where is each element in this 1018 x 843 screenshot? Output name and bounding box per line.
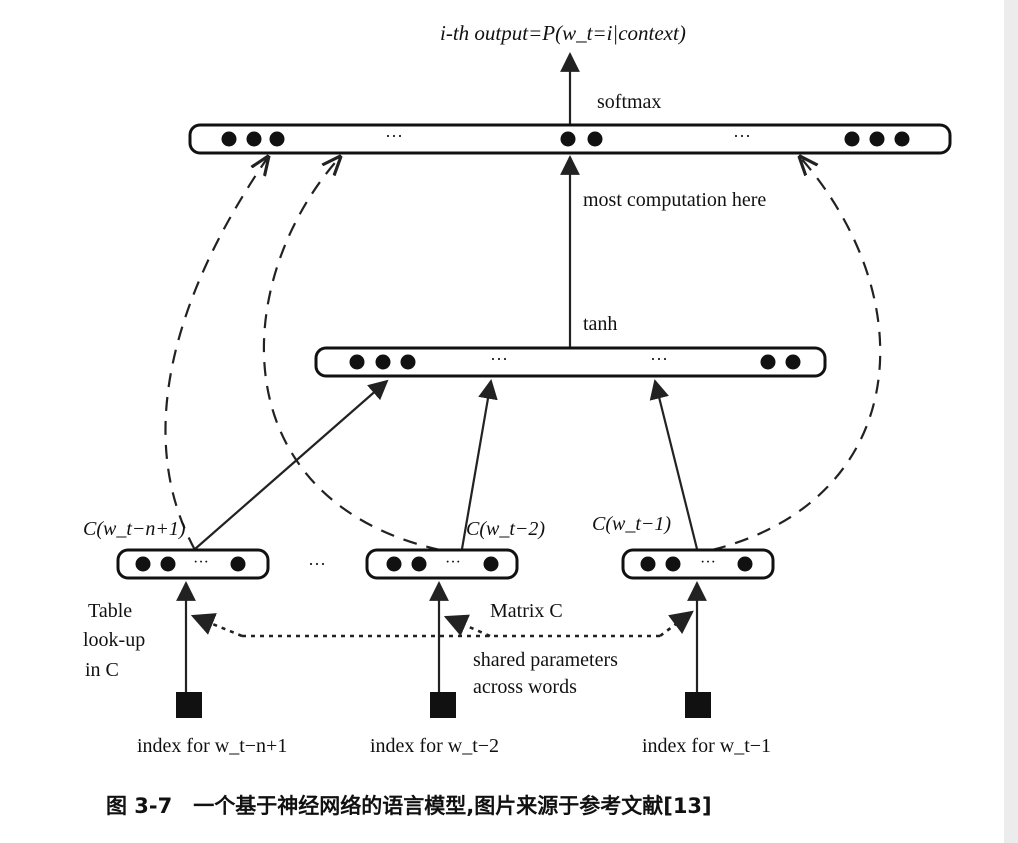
embedding-unit [386,556,402,572]
index-left-square [176,692,202,718]
index-right-label: index for w_t−1 [642,735,771,757]
output-unit [560,131,576,147]
output-unit [246,131,262,147]
most-computation-label: most computation here [583,189,766,211]
shared-matrix-to-right [659,610,694,638]
hidden-unit [785,354,801,370]
output-ellipsis: ··· [733,126,751,146]
emb-left-to-hidden-arrow [194,379,389,550]
figure-caption: 图 3-7 一个基于神经网络的语言模型,图片来源于参考文献[13] [106,794,712,818]
output-unit [844,131,860,147]
shared-matrix-to-mid [443,614,491,638]
embedding-left: ··· [116,548,270,580]
embedding-ellipsis: ··· [445,554,461,571]
hidden-unit [349,354,365,370]
hidden-unit [400,354,416,370]
embedding-ellipsis: ··· [700,554,716,571]
between-embeddings-ellipsis: ··· [308,554,326,574]
index-mid-label: index for w_t−2 [370,735,499,757]
embedding-ellipsis: ··· [193,554,209,571]
hidden-layer [314,346,827,378]
page-edge-shade [1004,0,1018,843]
output-unit [869,131,885,147]
hidden-ellipsis: ··· [650,349,668,369]
table-lookup-line3: in C [85,659,119,681]
embedding-unit [665,556,681,572]
index-left-label: index for w_t−n+1 [137,735,287,757]
index-mid-square [430,692,456,718]
table-lookup-line1: Table [88,600,132,622]
softmax-label: softmax [597,91,661,113]
hidden-unit [375,354,391,370]
output-unit [221,131,237,147]
shared-parameters-line1: shared parameters [473,649,618,671]
direct-connection-left [164,157,268,551]
embedding-unit [640,556,656,572]
tanh-label: tanh [583,313,617,335]
table-lookup-line2: look-up [83,629,145,651]
embedding-unit [160,556,176,572]
embedding-unit [483,556,499,572]
neural-language-model-diagram: i-th output=P(w_t=i|context) softmax ···… [83,0,1018,843]
embedding-unit [411,556,427,572]
embedding-unit [135,556,151,572]
output-label: i-th output=P(w_t=i|context) [440,21,686,45]
hidden-unit [760,354,776,370]
emb-mid-label: C(w_t−2) [466,518,545,540]
matrix-c-label: Matrix C [490,600,563,622]
output-unit [587,131,603,147]
output-ellipsis: ··· [385,126,403,146]
shared-parameters-line2: across words [473,676,577,698]
index-right-square [685,692,711,718]
embedding-unit [230,556,246,572]
embedding-unit [737,556,753,572]
emb-right-label: C(w_t−1) [592,513,671,535]
output-unit [894,131,910,147]
emb-left-label: C(w_t−n+1) [83,518,186,540]
hidden-ellipsis: ··· [490,349,508,369]
shared-matrix-to-left [190,613,243,638]
output-unit [269,131,285,147]
embedding-mid: ··· [365,548,519,580]
embedding-right: ··· [621,548,775,580]
